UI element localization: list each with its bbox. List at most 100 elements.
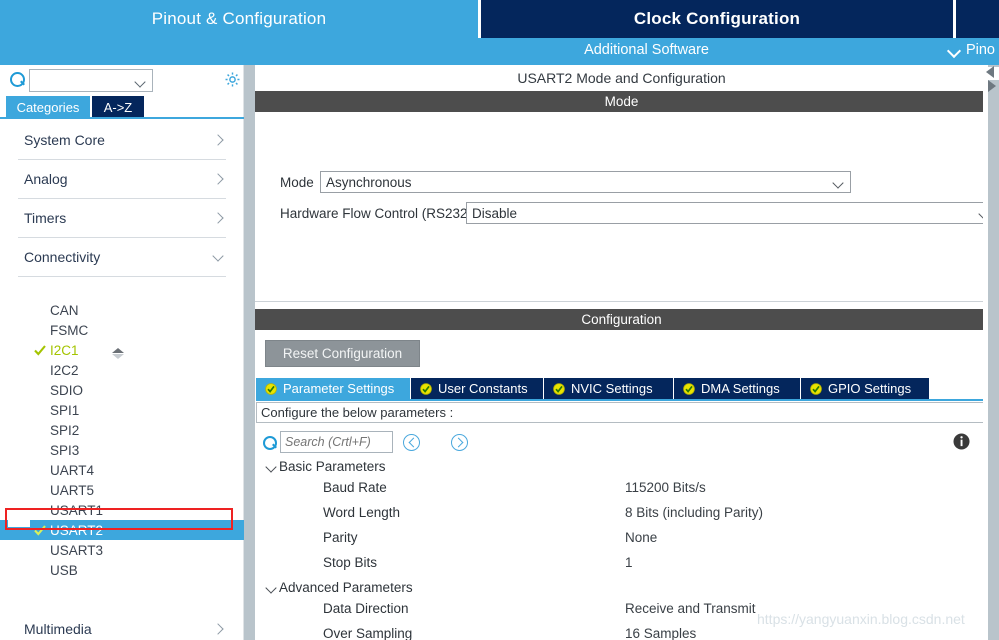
peripheral-label: I2C2 <box>50 362 79 378</box>
parameter-key: Data Direction <box>323 601 409 616</box>
search-icon <box>10 72 25 87</box>
scroll-arrows[interactable] <box>984 66 999 96</box>
peripheral-item-i2c2[interactable]: I2C2 <box>0 360 244 380</box>
gear-icon[interactable] <box>224 71 241 88</box>
parameter-value: Receive and Transmit <box>625 601 756 616</box>
peripheral-item-fsmc[interactable]: FSMC <box>0 320 244 340</box>
tab-dma-settings[interactable]: DMA Settings <box>674 378 801 399</box>
peripheral-item-usart2[interactable]: USART2 <box>0 520 244 540</box>
parameter-group-basic[interactable]: Basic Parameters <box>255 456 988 477</box>
chevron-right-icon <box>212 134 224 146</box>
sub-tool-bar: Additional Software Pino <box>0 38 999 65</box>
tab-dma-settings-label: DMA Settings <box>701 381 780 396</box>
parameter-value: 1 <box>625 555 633 570</box>
tab-categories[interactable]: Categories <box>6 96 90 118</box>
peripheral-item-i2c1[interactable]: I2C1 <box>0 340 244 360</box>
pinout-menu-button[interactable]: Pino <box>948 42 995 58</box>
sidebar-item-connectivity[interactable]: Connectivity <box>18 238 226 277</box>
top-tab-bar: Pinout & Configuration Clock Configurati… <box>0 0 999 38</box>
chevron-down-icon <box>212 251 224 263</box>
peripheral-item-spi3[interactable]: SPI3 <box>0 440 244 460</box>
tab-pinout-label: Pinout & Configuration <box>151 9 327 28</box>
configuration-tab-strip: Parameter Settings User Constants NVIC S… <box>256 378 988 399</box>
tab-user-constants-label: User Constants <box>438 381 528 396</box>
tab-clock-label: Clock Configuration <box>633 9 801 28</box>
parameter-key: Over Sampling <box>323 626 413 640</box>
tab-gpio-settings[interactable]: GPIO Settings <box>801 378 929 399</box>
peripheral-label: SPI1 <box>50 402 80 418</box>
mode-select-value: Asynchronous <box>326 174 412 190</box>
usart2-config-pane: USART2 Mode and Configuration Mode Mode … <box>255 65 997 640</box>
peripheral-item-uart4[interactable]: UART4 <box>0 460 244 480</box>
sidebar-search-input[interactable] <box>29 69 153 92</box>
tab-categories-label: Categories <box>16 99 80 115</box>
sidebar-item-timers[interactable]: Timers <box>18 199 226 238</box>
tab-parameter-settings[interactable]: Parameter Settings <box>256 378 411 399</box>
parameter-value: None <box>625 530 658 545</box>
additional-software-button[interactable]: Additional Software <box>584 42 709 58</box>
chevron-left-circle-icon[interactable] <box>403 434 420 451</box>
peripheral-label: UART4 <box>50 462 95 478</box>
tab-nvic-settings-label: NVIC Settings <box>571 381 653 396</box>
pinout-menu-label: Pino <box>965 42 995 58</box>
config-pane-scrollbar[interactable] <box>988 240 999 640</box>
peripheral-item-usb[interactable]: USB <box>0 560 244 580</box>
peripheral-item-spi1[interactable]: SPI1 <box>0 400 244 420</box>
peripheral-list: CAN FSMC I2C1 I2C2 SDIO SPI1 SPI2 SPI3 U… <box>0 300 244 580</box>
sidebar-item-label: Analog <box>24 171 68 187</box>
scroll-left-icon <box>986 66 994 78</box>
parameter-group-advanced[interactable]: Advanced Parameters <box>255 577 988 598</box>
info-icon[interactable] <box>953 433 970 450</box>
hardware-flow-control-select[interactable]: Disable <box>466 202 997 224</box>
sidebar-item-multimedia[interactable]: Multimedia <box>18 610 226 640</box>
parameter-group-label: Advanced Parameters <box>279 580 413 595</box>
tab-clock-configuration[interactable]: Clock Configuration <box>481 0 953 38</box>
additional-software-label: Additional Software <box>584 42 709 58</box>
peripheral-item-uart5[interactable]: UART5 <box>0 480 244 500</box>
parameter-value: 115200 Bits/s <box>625 480 706 495</box>
check-icon <box>33 343 47 357</box>
chevron-right-circle-icon[interactable] <box>451 434 468 451</box>
stm32cubemx-window: Pinout & Configuration Clock Configurati… <box>0 0 999 640</box>
parameter-row[interactable]: Baud Rate 115200 Bits/s <box>255 477 988 502</box>
mode-select[interactable]: Asynchronous <box>320 171 851 193</box>
categories-sidebar: Categories A->Z System Core Analog Timer… <box>0 65 244 640</box>
parameter-row[interactable]: Stop Bits 1 <box>255 552 988 577</box>
tab-pinout-configuration[interactable]: Pinout & Configuration <box>0 0 478 38</box>
parameter-row[interactable]: Over Sampling 16 Samples <box>255 623 988 640</box>
annotation-mask <box>8 511 30 527</box>
tab-parameter-settings-label: Parameter Settings <box>283 381 395 396</box>
peripheral-label: USART2 <box>50 522 104 538</box>
sidebar-item-system-core[interactable]: System Core <box>18 121 226 160</box>
chevron-down-icon <box>265 461 279 473</box>
peripheral-item-usart3[interactable]: USART3 <box>0 540 244 560</box>
parameter-value: 16 Samples <box>625 626 697 640</box>
peripheral-label: I2C1 <box>50 342 79 358</box>
tab-nvic-settings[interactable]: NVIC Settings <box>544 378 674 399</box>
sidebar-item-analog[interactable]: Analog <box>18 160 226 199</box>
tab-user-constants[interactable]: User Constants <box>411 378 544 399</box>
tab-a-to-z[interactable]: A->Z <box>92 96 144 118</box>
parameter-search-input[interactable] <box>280 431 393 453</box>
reset-configuration-button[interactable]: Reset Configuration <box>265 340 420 367</box>
sidebar-search-row <box>0 65 244 96</box>
tab-gpio-settings-label: GPIO Settings <box>828 381 912 396</box>
parameter-row[interactable]: Word Length 8 Bits (including Parity) <box>255 502 988 527</box>
chevron-right-icon <box>212 623 224 635</box>
parameter-key: Parity <box>323 530 358 545</box>
sidebar-tab-underline <box>0 117 244 119</box>
peripheral-item-sdio[interactable]: SDIO <box>0 380 244 400</box>
tab-overflow[interactable] <box>956 0 999 38</box>
reset-configuration-label: Reset Configuration <box>282 346 403 361</box>
peripheral-label: USART1 <box>50 502 104 518</box>
peripheral-item-can[interactable]: CAN <box>0 300 244 320</box>
peripheral-label: USB <box>50 562 78 578</box>
peripheral-item-usart1[interactable]: USART1 <box>0 500 244 520</box>
peripheral-item-spi2[interactable]: SPI2 <box>0 420 244 440</box>
parameter-row[interactable]: Parity None <box>255 527 988 552</box>
sidebar-splitter[interactable] <box>244 65 255 640</box>
check-circle-icon <box>683 382 695 395</box>
chevron-down-icon[interactable] <box>136 78 146 85</box>
parameter-row[interactable]: Data Direction Receive and Transmit <box>255 598 988 623</box>
mode-section-body: Mode Asynchronous Hardware Flow Control … <box>255 112 997 302</box>
